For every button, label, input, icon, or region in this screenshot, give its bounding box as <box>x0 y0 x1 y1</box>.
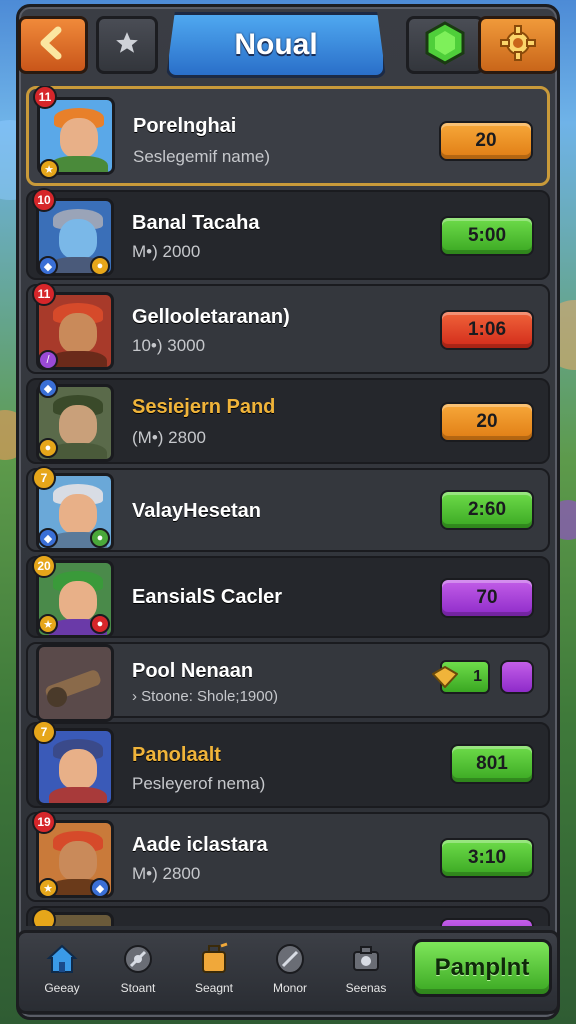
value-button[interactable] <box>440 918 534 926</box>
list-item[interactable]: 11 ★ Porelnghai Seslegemif name) 20 <box>26 86 550 186</box>
level-badge: 10 <box>32 188 56 212</box>
coin-icon: ● <box>38 438 58 458</box>
value-button[interactable]: 70 <box>440 578 534 618</box>
star-icon: ★ <box>38 614 58 634</box>
player-name: ValayHesetan <box>132 500 261 522</box>
list-item[interactable]: 19 ★ ◆ Aade iclastara M•) 2800 3:10 <box>26 810 550 902</box>
cannon-icon <box>45 670 101 707</box>
nav-item-seagnt[interactable]: Seagnt <box>179 941 249 1007</box>
player-name: Aade iclastara <box>132 834 268 856</box>
level-badge: 20 <box>32 554 56 578</box>
star-icon: ★ <box>38 878 58 898</box>
coin-icon: ● <box>90 256 110 276</box>
page-title: Noual <box>166 12 386 78</box>
list-item[interactable]: ◆ ● Sesiejern Pand (M•) 2800 20 <box>26 378 550 464</box>
sword-icon: / <box>38 350 58 370</box>
nav-item-monor[interactable]: Monor <box>255 941 325 1007</box>
nav-item-seenas[interactable]: Seenas <box>331 941 401 1007</box>
nav-item-stoant[interactable]: Stoant <box>103 941 173 1007</box>
player-name: Porelnghai <box>133 115 237 137</box>
chevron-left-icon <box>36 26 70 65</box>
nav-label: Seenas <box>345 981 387 995</box>
value-button[interactable]: 5:00 <box>440 216 534 256</box>
purple-token-button[interactable] <box>500 660 534 694</box>
player-name: EansialS Cacler <box>132 586 283 608</box>
compass-icon <box>120 941 156 977</box>
shield-icon: ◆ <box>38 528 58 548</box>
leaf-icon: ● <box>90 528 110 548</box>
player-list: 11 ★ Porelnghai Seslegemif name) 20 10 ◆… <box>26 86 550 926</box>
value-button[interactable]: 1:06 <box>440 310 534 350</box>
gem-icon <box>432 666 458 688</box>
camera-icon <box>348 941 384 977</box>
home-icon <box>44 941 80 977</box>
star-icon <box>114 30 140 61</box>
value-button[interactable]: 20 <box>439 121 533 161</box>
quest-icon <box>196 941 232 977</box>
nav-label: Geeay <box>44 981 80 995</box>
bottom-nav: Geeay Stoant Seagnt Monor Seenas Pamplnt <box>16 930 560 1014</box>
gem-count-button[interactable]: 1 <box>432 660 490 694</box>
player-name: Sesiejern Pand <box>132 396 276 418</box>
avatar <box>36 644 114 722</box>
list-item[interactable]: 7 Panolaalt Pesleyerof nema) 801 <box>26 720 550 808</box>
heart-icon: ● <box>90 614 110 634</box>
value-button[interactable]: 3:10 <box>440 838 534 878</box>
favorite-button[interactable] <box>96 16 158 74</box>
player-subtitle: (M•) 2800 <box>132 428 206 447</box>
player-subtitle: › Stoone: Shole;1900) <box>132 688 278 705</box>
list-item[interactable]: 7 ◆ ● ValayHesetan 2:60 <box>26 466 550 552</box>
level-badge: 19 <box>32 810 56 834</box>
player-name: Gellooletaranan) <box>132 306 290 328</box>
player-subtitle: M•) 2000 <box>132 242 201 261</box>
list-item[interactable]: 10 ◆ ● Banal Tacaha M•) 2000 5:00 <box>26 188 550 280</box>
player-subtitle: Seslegemif name) <box>133 147 271 166</box>
nav-label: Monor <box>272 981 307 995</box>
shield-icon <box>272 941 308 977</box>
nav-label: Stoant <box>120 981 156 995</box>
shield-icon: ◆ <box>38 256 58 276</box>
list-item[interactable]: 20 ★ ● EansialS Cacler 70 <box>26 554 550 638</box>
player-subtitle: Pesleyerof nema) <box>132 774 266 793</box>
list-item[interactable]: Pool Nenaan › Stoone: Shole;1900) 1 <box>26 642 550 722</box>
primary-action-button[interactable]: Pamplnt <box>412 939 552 997</box>
nav-label: Seagnt <box>194 981 234 995</box>
shield-icon: ◆ <box>90 878 110 898</box>
shield-icon: ◆ <box>38 378 58 398</box>
player-subtitle: 10•) 3000 <box>132 336 206 355</box>
level-badge <box>32 908 56 926</box>
star-icon: ★ <box>39 159 59 179</box>
gem-icon <box>423 20 467 70</box>
list-item[interactable]: 11 / Gellooletaranan) 10•) 3000 1:06 <box>26 282 550 374</box>
gem-count: 1 <box>473 668 482 685</box>
level-badge: 7 <box>32 466 56 490</box>
top-bar: Noual <box>16 10 560 80</box>
value-button[interactable]: 20 <box>440 402 534 442</box>
player-subtitle: M•) 2800 <box>132 864 201 883</box>
list-item-partial[interactable] <box>26 906 550 926</box>
level-badge: 11 <box>33 86 57 109</box>
nav-item-home[interactable]: Geeay <box>27 941 97 1007</box>
player-name: Panolaalt <box>132 744 221 766</box>
value-button[interactable]: 2:60 <box>440 490 534 530</box>
gear-icon <box>500 24 536 66</box>
level-badge: 11 <box>32 282 56 306</box>
player-name: Banal Tacaha <box>132 212 260 234</box>
level-badge: 7 <box>32 720 56 744</box>
value-button[interactable]: 801 <box>450 744 534 784</box>
settings-button[interactable] <box>478 16 558 74</box>
back-button[interactable] <box>18 16 88 74</box>
gem-button[interactable] <box>406 16 484 74</box>
player-name: Pool Nenaan <box>132 660 254 682</box>
